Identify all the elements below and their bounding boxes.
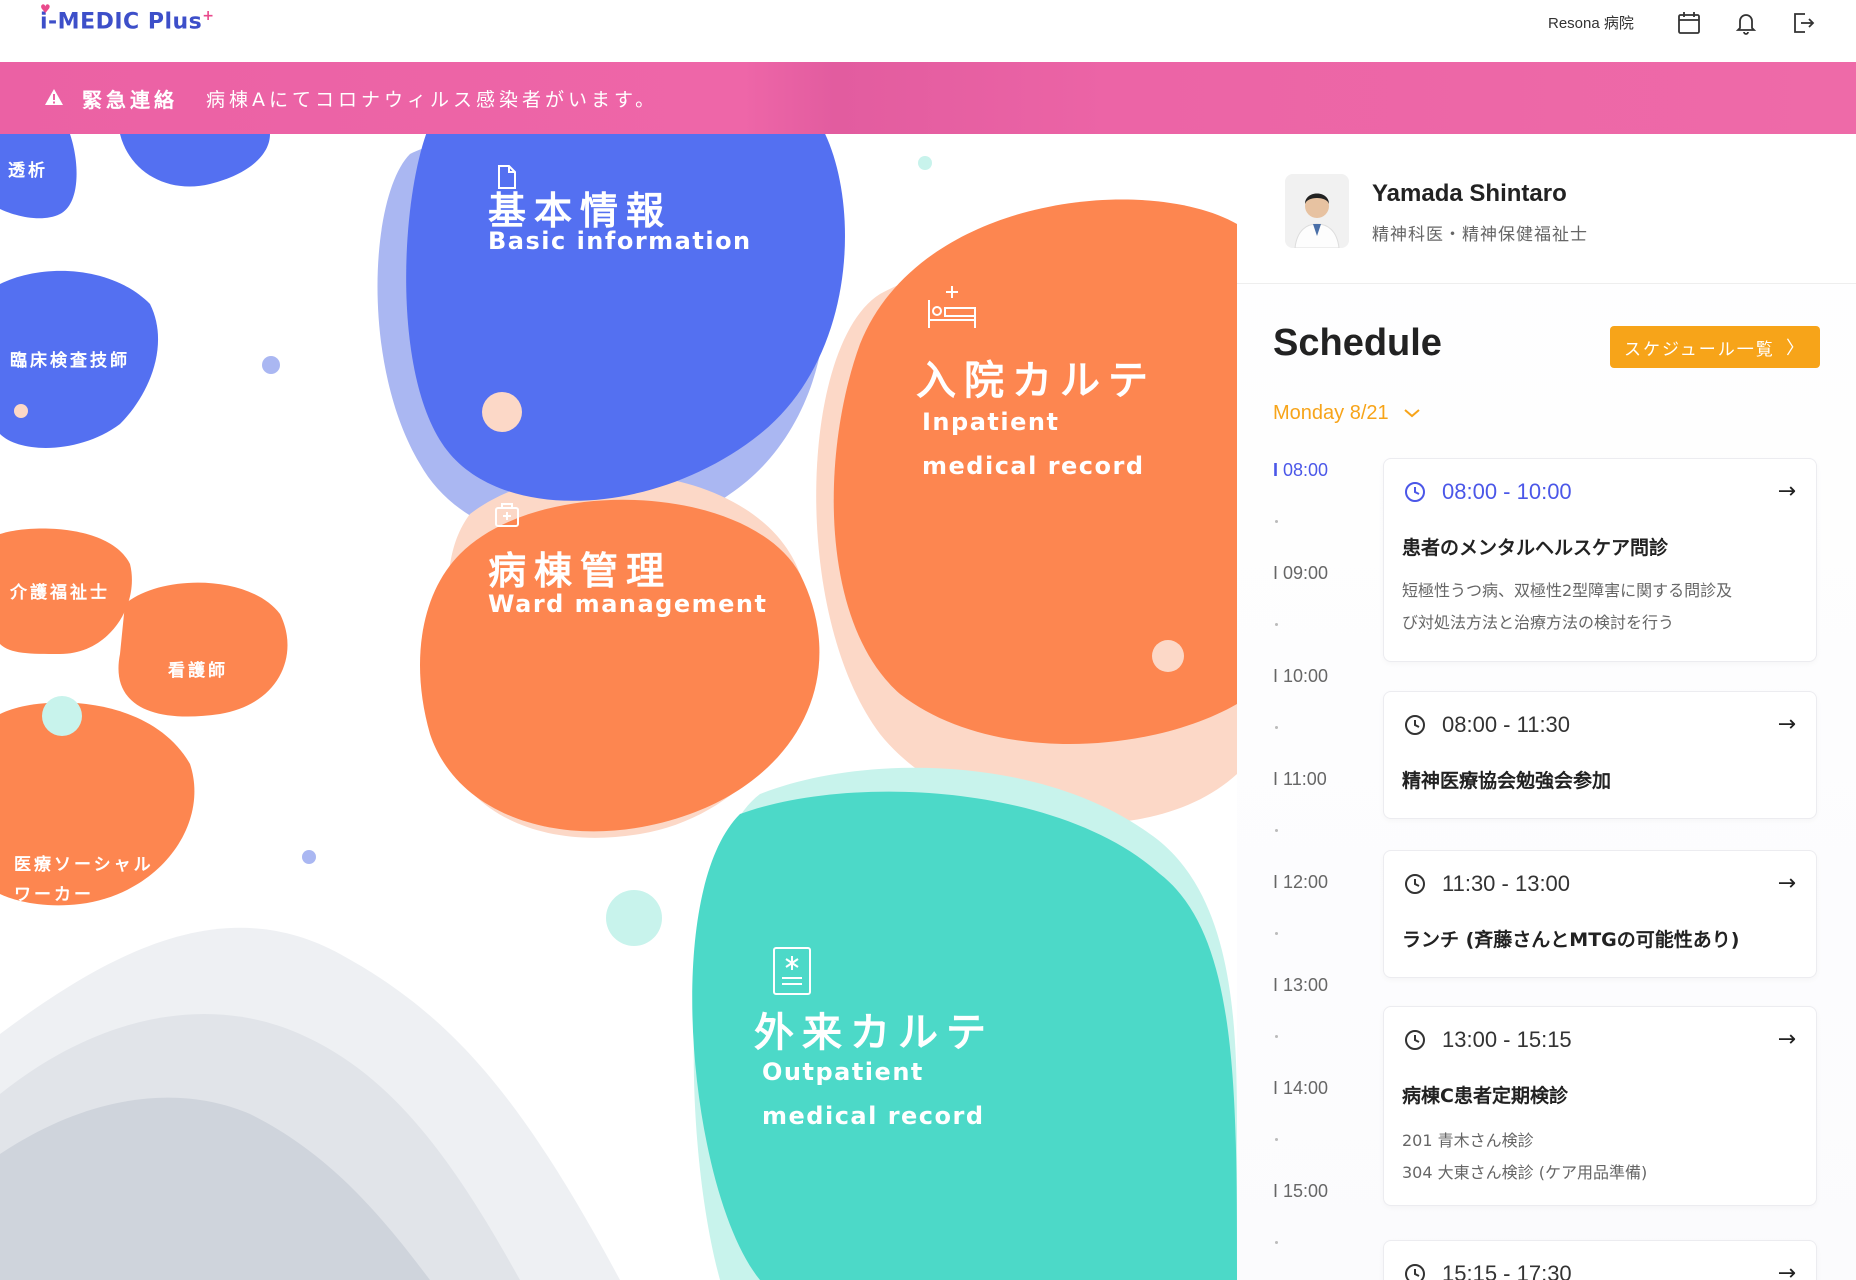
timeline-dot bbox=[1275, 623, 1278, 626]
timeline-dot bbox=[1275, 932, 1278, 935]
user-role: 精神科医・精神保健福祉士 bbox=[1372, 225, 1588, 245]
decor-dot bbox=[262, 356, 280, 374]
date-label: Monday 8/21 bbox=[1273, 402, 1389, 424]
chevron-down-icon bbox=[1404, 409, 1420, 418]
inpatient-title: 入院カルテ bbox=[916, 358, 1156, 404]
event-title: 精神医療協会勉強会参加 bbox=[1402, 770, 1612, 792]
calendar-icon[interactable] bbox=[1676, 10, 1702, 36]
outpatient-subtitle-1: Outpatient bbox=[762, 1058, 924, 1086]
heart-icon: ♥ bbox=[40, 2, 52, 16]
dialysis-link[interactable]: 透析 bbox=[8, 156, 48, 186]
timeline-dot bbox=[1275, 1035, 1278, 1038]
timeline-dot bbox=[1275, 726, 1278, 729]
care-worker-link[interactable]: 介護福祉士 bbox=[10, 578, 110, 608]
medical-record-icon bbox=[773, 947, 811, 995]
hospital-bed-icon bbox=[928, 286, 976, 328]
event-title: ランチ (斉藤さんとMTGの可能性あり) bbox=[1402, 929, 1740, 951]
basic-info-subtitle: Basic information bbox=[488, 227, 752, 255]
ward-building-icon bbox=[495, 503, 519, 527]
emergency-alert-bar[interactable]: 緊急連絡 病棟Aにてコロナウィルス感染者がいます。 bbox=[0, 62, 1856, 134]
timeline-dot bbox=[1275, 829, 1278, 832]
inpatient-subtitle-2: medical record bbox=[922, 452, 1145, 480]
event-title: 患者のメンタルヘルスケア問診 bbox=[1402, 537, 1669, 559]
time-label: I 09:00 bbox=[1273, 563, 1329, 583]
schedule-event-card[interactable]: 08:00 - 11:30 → 精神医療協会勉強会参加 bbox=[1383, 691, 1817, 819]
event-time: 11:30 - 13:00 bbox=[1442, 871, 1571, 896]
schedule-list-button[interactable]: スケジュール一覧 〉 bbox=[1610, 326, 1820, 368]
event-description: び対処法方法と治療方法の検討を行う bbox=[1402, 613, 1675, 632]
decor-dot bbox=[1152, 640, 1184, 672]
event-time: 08:00 - 11:30 bbox=[1442, 712, 1571, 737]
avatar bbox=[1285, 174, 1349, 248]
nurse-link[interactable]: 看護師 bbox=[168, 656, 228, 686]
clock-icon bbox=[1405, 715, 1425, 735]
logo-text: i-MEDIC Plus bbox=[40, 9, 203, 35]
social-worker-link-1[interactable]: 医療ソーシャル bbox=[14, 850, 154, 880]
alert-message: 病棟Aにてコロナウィルス感染者がいます。 bbox=[206, 89, 659, 111]
chevron-right-icon: 〉 bbox=[1786, 338, 1806, 359]
user-name: Yamada Shintaro bbox=[1372, 180, 1567, 207]
decor-dot bbox=[14, 404, 28, 418]
schedule-event-card[interactable]: 15:15 - 17:30 → bbox=[1383, 1240, 1817, 1280]
event-description: 304 大東さん検診 (ケア用品準備) bbox=[1402, 1163, 1648, 1182]
schedule-event-card[interactable]: 11:30 - 13:00 → ランチ (斉藤さんとMTGの可能性あり) bbox=[1383, 850, 1817, 978]
schedule-title: Schedule bbox=[1273, 322, 1442, 364]
time-label: I 10:00 bbox=[1273, 666, 1329, 686]
clock-icon bbox=[1405, 1264, 1425, 1280]
time-label: I 12:00 bbox=[1273, 872, 1329, 892]
timeline-dot bbox=[1275, 1138, 1278, 1141]
user-profile[interactable]: Yamada Shintaro 精神科医・精神保健福祉士 bbox=[1237, 134, 1856, 284]
clock-icon bbox=[1405, 874, 1425, 894]
schedule-panel: Yamada Shintaro 精神科医・精神保健福祉士 Schedule スケ… bbox=[1237, 134, 1856, 1280]
menu-area: 基本情報 Basic information 入院カルテ Inpatient m… bbox=[0, 134, 1237, 1280]
logout-icon[interactable] bbox=[1790, 10, 1816, 36]
ward-subtitle: Ward management bbox=[488, 590, 768, 618]
decor-dot bbox=[302, 850, 316, 864]
outpatient-subtitle-2: medical record bbox=[762, 1102, 985, 1130]
time-label: I 14:00 bbox=[1273, 1078, 1329, 1098]
arrow-right-icon[interactable]: → bbox=[1778, 871, 1796, 896]
clock-icon bbox=[1405, 482, 1425, 502]
time-label: I 15:00 bbox=[1273, 1181, 1329, 1201]
event-description: 短極性うつ病、双極性2型障害に関する問診及 bbox=[1402, 581, 1733, 600]
timeline-dot bbox=[1275, 520, 1278, 523]
lab-technician-link[interactable]: 臨床検査技師 bbox=[10, 346, 130, 376]
time-label: I 11:00 bbox=[1273, 769, 1327, 789]
clock-icon bbox=[1405, 1030, 1425, 1050]
background-shapes bbox=[0, 134, 1237, 1280]
schedule-event-card[interactable]: 08:00 - 10:00 → 患者のメンタルヘルスケア問診 短極性うつ病、双極… bbox=[1383, 458, 1817, 662]
arrow-right-icon[interactable]: → bbox=[1778, 1261, 1796, 1280]
warning-icon bbox=[45, 89, 63, 105]
decor-dot bbox=[606, 890, 662, 946]
event-title: 病棟C患者定期検診 bbox=[1402, 1085, 1568, 1107]
time-label: I 08:00 bbox=[1273, 460, 1329, 480]
top-bar: ♥ i-MEDIC Plus+ Resona 病院 bbox=[0, 0, 1856, 62]
social-worker-link-2[interactable]: ワーカー bbox=[14, 880, 94, 910]
inpatient-subtitle-1: Inpatient bbox=[922, 408, 1060, 436]
time-label: I 13:00 bbox=[1273, 975, 1329, 995]
logo-plus-icon: + bbox=[202, 8, 215, 24]
decor-dot bbox=[42, 696, 82, 736]
schedule-event-card[interactable]: 13:00 - 15:15 → 病棟C患者定期検診 201 青木さん検診 304… bbox=[1383, 1006, 1817, 1206]
arrow-right-icon[interactable]: → bbox=[1778, 712, 1796, 737]
arrow-right-icon[interactable]: → bbox=[1778, 479, 1796, 504]
bell-icon[interactable] bbox=[1733, 10, 1759, 36]
hospital-name: Resona 病院 bbox=[1548, 15, 1634, 32]
timeline-dot bbox=[1275, 1241, 1278, 1244]
event-time: 08:00 - 10:00 bbox=[1442, 479, 1572, 504]
decor-dot bbox=[482, 392, 522, 432]
app-logo[interactable]: ♥ i-MEDIC Plus+ bbox=[40, 2, 215, 35]
schedule-list-label: スケジュール一覧 bbox=[1624, 340, 1775, 360]
alert-label: 緊急連絡 bbox=[82, 88, 178, 112]
decor-dot bbox=[918, 156, 932, 170]
event-description: 201 青木さん検診 bbox=[1402, 1131, 1534, 1150]
event-time: 15:15 - 17:30 bbox=[1442, 1261, 1572, 1280]
date-selector[interactable]: Monday 8/21 bbox=[1273, 402, 1422, 425]
arrow-right-icon[interactable]: → bbox=[1778, 1027, 1796, 1052]
event-time: 13:00 - 15:15 bbox=[1442, 1027, 1572, 1052]
